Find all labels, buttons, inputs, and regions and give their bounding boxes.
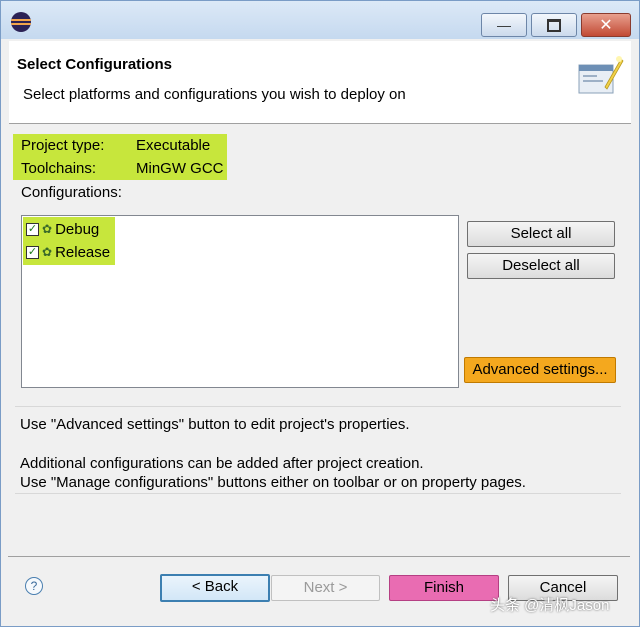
debug-label: Debug (55, 220, 100, 238)
close-button[interactable]: ✕ (581, 13, 631, 37)
debug-checkbox[interactable]: ✓ (26, 222, 39, 236)
deselect-all-button[interactable]: Deselect all (467, 253, 615, 279)
toolchains-label: Toolchains: (21, 160, 97, 177)
gear-icon: ✿ (42, 222, 53, 236)
configurations-list[interactable]: ✓ ✿ Debug ✓ ✿ Release (21, 215, 459, 388)
advanced-settings-button[interactable]: Advanced settings... (464, 357, 616, 383)
project-type-label: Project type: (21, 137, 105, 154)
release-label: Release (55, 243, 111, 261)
footer-separator (8, 556, 630, 557)
close-icon: ✕ (599, 17, 613, 34)
eclipse-logo-icon (11, 12, 31, 32)
info-line-advanced: Use "Advanced settings" button to edit p… (20, 416, 410, 433)
configurations-label: Configurations: (21, 184, 122, 201)
select-all-button[interactable]: Select all (467, 221, 615, 247)
wizard-banner-icon (578, 56, 624, 94)
help-icon[interactable]: ? (25, 577, 43, 595)
info-line-additional: Additional configurations can be added a… (20, 455, 424, 472)
page-description: Select platforms and configurations you … (23, 86, 406, 103)
title-bar[interactable]: — ✕ (1, 1, 639, 39)
back-button[interactable]: < Back (160, 574, 270, 602)
maximize-icon (547, 18, 561, 32)
gear-icon: ✿ (42, 245, 53, 259)
list-item-release[interactable]: ✓ ✿ Release (26, 241, 110, 263)
toolchains-value: MinGW GCC (136, 160, 224, 177)
watermark: 头条 @清枫Jason (490, 597, 610, 614)
list-item-debug[interactable]: ✓ ✿ Debug (26, 218, 99, 240)
info-line-manage: Use "Manage configurations" buttons eith… (20, 474, 526, 491)
minimize-button[interactable]: — (481, 13, 527, 37)
finish-button[interactable]: Finish (389, 575, 499, 601)
next-button[interactable]: Next > (271, 575, 380, 601)
info-panel: Use "Advanced settings" button to edit p… (15, 406, 621, 494)
maximize-button[interactable] (531, 13, 577, 37)
project-type-value: Executable (136, 137, 211, 154)
minimize-icon: — (497, 17, 511, 33)
page-title: Select Configurations (17, 56, 173, 73)
wizard-header: Select Configurations Select platforms a… (9, 41, 631, 124)
release-checkbox[interactable]: ✓ (26, 245, 39, 259)
